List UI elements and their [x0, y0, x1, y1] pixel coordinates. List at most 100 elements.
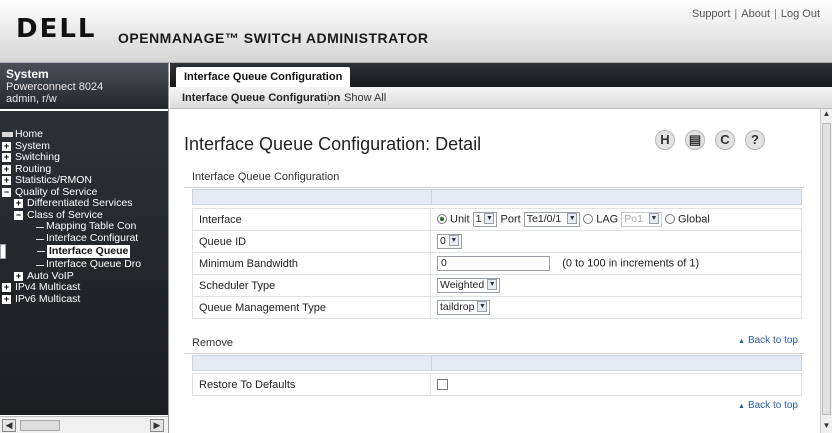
- dell-logo: DELL: [16, 14, 97, 44]
- tree-connector: [36, 227, 44, 228]
- expand-icon[interactable]: +: [2, 141, 11, 151]
- tree-connector: [36, 238, 44, 240]
- port-label: Port: [500, 213, 521, 226]
- tree-node[interactable]: Interface Configurat: [0, 232, 168, 245]
- back-to-top-link[interactable]: ▲ Back to top: [738, 400, 798, 411]
- table-row: Minimum Bandwidth 0 (0 to 100 in increme…: [192, 252, 802, 275]
- tree-node-label[interactable]: Switching: [15, 151, 60, 164]
- link-separator: |: [734, 8, 738, 20]
- home-icon[interactable]: [2, 132, 13, 137]
- about-link[interactable]: About: [741, 8, 770, 20]
- expand-icon[interactable]: +: [2, 176, 11, 185]
- tree-node-label[interactable]: IPv4 Multicast: [15, 281, 80, 294]
- unit-radio[interactable]: [437, 213, 447, 224]
- back-to-top-text[interactable]: Back to top: [748, 335, 798, 346]
- scroll-thumb[interactable]: [822, 123, 831, 415]
- app-header: DELL OPENMANAGE™ SWITCH ADMINISTRATOR Su…: [0, 0, 832, 63]
- top-links: Support | About | Log Out: [692, 8, 820, 20]
- config-section-label: Interface Queue Configuration: [192, 171, 340, 183]
- scroll-down-icon[interactable]: ▼: [821, 421, 832, 433]
- global-radio[interactable]: [664, 213, 675, 224]
- tree-node-label[interactable]: Differentiated Services: [27, 197, 132, 210]
- interface-controls: Unit 1 ▼ Port Te1/0/1 ▼ LAG Po1 ▼ Global: [430, 208, 802, 231]
- scroll-up-icon[interactable]: ▲: [821, 109, 832, 121]
- tree-node[interactable]: + IPv4 Multicast: [0, 281, 168, 294]
- content-vertical-scrollbar[interactable]: ▲ ▼: [820, 109, 832, 433]
- tree-node-label[interactable]: Statistics/RMON: [15, 174, 92, 187]
- back-to-top-link[interactable]: ▲ Back to top: [738, 335, 798, 346]
- queue-mgmt-select[interactable]: taildrop ▼: [437, 300, 491, 315]
- tree-node[interactable]: Interface Queue: [0, 244, 131, 259]
- print-icon[interactable]: ▤: [685, 130, 705, 150]
- tree-node-label[interactable]: Interface Queue Dro: [46, 258, 141, 271]
- sub-navigation: Interface Queue Configuration Show All: [170, 87, 832, 109]
- remove-table: Restore To Defaults: [192, 373, 802, 396]
- expand-icon[interactable]: +: [14, 271, 23, 281]
- tree-node[interactable]: + Switching: [0, 151, 168, 164]
- unit-label: Unit: [450, 213, 470, 226]
- expand-icon[interactable]: +: [2, 164, 11, 174]
- scroll-right-icon[interactable]: ▶: [150, 419, 164, 432]
- back-to-top-text[interactable]: Back to top: [748, 400, 798, 411]
- subtab-show-all[interactable]: Show All: [344, 92, 386, 104]
- tree-node-label[interactable]: Interface Configurat: [46, 232, 138, 245]
- subtab-divider: [328, 91, 329, 105]
- tree-node[interactable]: + IPv6 Multicast: [0, 293, 168, 306]
- expand-icon[interactable]: +: [2, 283, 11, 292]
- scroll-left-icon[interactable]: ◀: [2, 419, 16, 432]
- save-icon[interactable]: H: [655, 130, 675, 150]
- expand-icon[interactable]: +: [2, 294, 11, 304]
- lag-value: Po1: [624, 213, 643, 225]
- refresh-icon[interactable]: C: [715, 130, 735, 150]
- min-bandwidth-input[interactable]: 0: [437, 256, 550, 271]
- restore-defaults-label: Restore To Defaults: [192, 373, 431, 396]
- tree-node-label[interactable]: Interface Queue: [47, 245, 131, 258]
- lag-radio[interactable]: [583, 213, 594, 224]
- logout-link[interactable]: Log Out: [781, 8, 820, 20]
- tree-horizontal-scrollbar[interactable]: ◀ ▶: [0, 416, 168, 433]
- expand-icon[interactable]: +: [2, 153, 11, 162]
- system-title[interactable]: System: [6, 67, 162, 81]
- min-bandwidth-hint: (0 to 100 in increments of 1): [562, 257, 700, 270]
- subtab-interface-queue-configuration[interactable]: Interface Queue Configuration: [182, 92, 340, 104]
- scheduler-type-value: Weighted: [440, 279, 485, 291]
- link-separator: |: [774, 8, 777, 20]
- expand-icon[interactable]: +: [14, 199, 23, 208]
- system-info-box[interactable]: System Powerconnect 8024 admin, r/w: [0, 63, 168, 109]
- tree-node[interactable]: Interface Queue Dro: [0, 258, 168, 271]
- scheduler-type-select[interactable]: Weighted ▼: [437, 278, 501, 293]
- table-row: Queue ID 0 ▼: [192, 230, 802, 253]
- scroll-thumb[interactable]: [20, 420, 60, 431]
- min-bandwidth-label: Minimum Bandwidth: [192, 252, 431, 275]
- tree-node-label[interactable]: Home: [15, 128, 43, 141]
- config-table-header: [192, 189, 802, 205]
- restore-defaults-checkbox[interactable]: [437, 379, 448, 391]
- port-select[interactable]: Te1/0/1 ▼: [523, 212, 581, 227]
- tree-node-label[interactable]: Mapping Table Con: [46, 220, 136, 233]
- remove-table-header: [192, 355, 802, 371]
- global-label: Global: [677, 213, 710, 226]
- arrow-up-icon: ▲: [738, 403, 745, 410]
- navigation-tree: Home + System + Switching + Routing + Statistics…: [0, 111, 168, 415]
- tab-interface-queue-configuration[interactable]: Interface Queue Configuration: [176, 67, 351, 87]
- collapse-icon[interactable]: −: [2, 187, 11, 197]
- tree-node[interactable]: + Differentiated Services: [0, 197, 168, 210]
- chevron-down-icon: ▼: [487, 279, 498, 290]
- support-link[interactable]: Support: [692, 8, 731, 20]
- tree-node-label[interactable]: IPv6 Multicast: [15, 293, 80, 306]
- tree-node[interactable]: Mapping Table Con: [0, 220, 168, 233]
- help-icon[interactable]: ?: [745, 130, 765, 150]
- chevron-down-icon: ▼: [484, 213, 495, 224]
- tree-node[interactable]: Home: [0, 128, 168, 141]
- product-title: OPENMANAGE™ SWITCH ADMINISTRATOR: [118, 30, 429, 46]
- tree-node[interactable]: + Statistics/RMON: [0, 174, 168, 187]
- queue-id-select[interactable]: 0 ▼: [437, 234, 462, 249]
- table-row: Scheduler Type Weighted ▼: [192, 274, 802, 297]
- chevron-down-icon: ▼: [477, 301, 488, 312]
- queue-id-label: Queue ID: [192, 230, 431, 253]
- collapse-icon[interactable]: −: [14, 210, 23, 220]
- main-panel: Interface Queue Configuration Interface …: [170, 63, 832, 433]
- unit-value: 1: [475, 213, 482, 225]
- unit-select[interactable]: 1 ▼: [472, 212, 498, 227]
- system-user: admin, r/w: [6, 93, 57, 105]
